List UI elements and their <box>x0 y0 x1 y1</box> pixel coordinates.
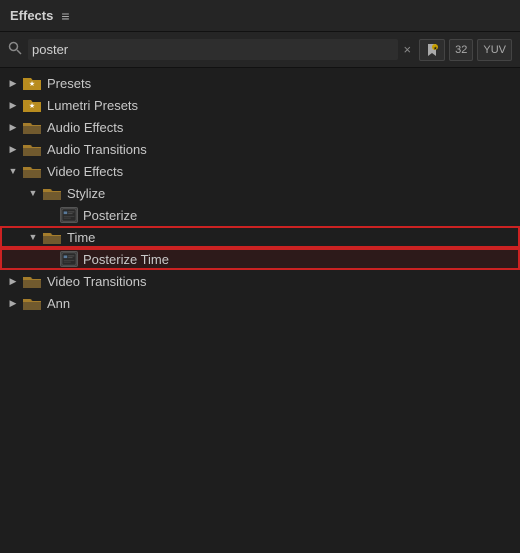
item-label-stylize: Stylize <box>67 186 105 201</box>
item-label-presets: Presets <box>47 76 91 91</box>
svg-text:★: ★ <box>29 80 35 88</box>
folder-icon-ann <box>22 295 42 311</box>
item-label-time: Time <box>67 230 95 245</box>
panel-header: Effects ≡ <box>0 0 520 32</box>
folder-icon-presets: ★ <box>22 75 42 91</box>
tree-item-time[interactable]: ▼ Time <box>0 226 520 248</box>
effect-icon-posterize-time <box>60 251 78 267</box>
item-label-video-transitions: Video Transitions <box>47 274 147 289</box>
item-label-audio-transitions: Audio Transitions <box>47 142 147 157</box>
tree-item-posterize-time[interactable]: Posterize Time <box>0 248 520 270</box>
folder-icon-audio-effects <box>22 119 42 135</box>
chevron-lumetri[interactable]: ▶ <box>6 100 20 111</box>
effects-tree: ▶ ★ Presets▶ ★ Lumetri Presets▶ Audio Ef… <box>0 68 520 553</box>
folder-icon-lumetri: ★ <box>22 97 42 113</box>
chevron-audio-effects[interactable]: ▶ <box>6 122 20 133</box>
chevron-ann[interactable]: ▶ <box>6 298 20 309</box>
svg-text:★: ★ <box>29 102 35 110</box>
panel-title: Effects <box>10 8 53 23</box>
tree-item-video-effects[interactable]: ▼ Video Effects <box>0 160 520 182</box>
chevron-audio-transitions[interactable]: ▶ <box>6 144 20 155</box>
folder-icon-video-transitions <box>22 273 42 289</box>
effect-icon-posterize <box>60 207 78 223</box>
svg-text:★: ★ <box>434 45 438 50</box>
bookmark-button[interactable]: ★ <box>419 39 445 61</box>
item-label-video-effects: Video Effects <box>47 164 123 179</box>
item-label-lumetri: Lumetri Presets <box>47 98 138 113</box>
folder-icon-audio-transitions <box>22 141 42 157</box>
tree-item-ann[interactable]: ▶ Ann <box>0 292 520 314</box>
number-button[interactable]: 32 <box>449 39 473 61</box>
folder-icon-stylize <box>42 185 62 201</box>
search-icon <box>8 41 22 58</box>
search-clear-button[interactable]: × <box>404 42 412 57</box>
tree-item-audio-transitions[interactable]: ▶ Audio Transitions <box>0 138 520 160</box>
chevron-presets[interactable]: ▶ <box>6 78 20 89</box>
chevron-video-transitions[interactable]: ▶ <box>6 276 20 287</box>
search-bar: × ★ 32 YUV <box>0 32 520 68</box>
tree-item-stylize[interactable]: ▼ Stylize <box>0 182 520 204</box>
item-label-posterize-time: Posterize Time <box>83 252 169 267</box>
yuv-button[interactable]: YUV <box>477 39 512 61</box>
menu-icon[interactable]: ≡ <box>61 8 69 24</box>
tree-item-lumetri[interactable]: ▶ ★ Lumetri Presets <box>0 94 520 116</box>
folder-icon-video-effects <box>22 163 42 179</box>
tree-item-posterize[interactable]: Posterize <box>0 204 520 226</box>
item-label-posterize: Posterize <box>83 208 137 223</box>
chevron-video-effects[interactable]: ▼ <box>6 166 20 176</box>
folder-icon-time <box>42 229 62 245</box>
chevron-time[interactable]: ▼ <box>26 232 40 242</box>
search-input[interactable] <box>28 39 398 60</box>
tree-item-presets[interactable]: ▶ ★ Presets <box>0 72 520 94</box>
toolbar-icons: ★ 32 YUV <box>419 39 512 61</box>
chevron-stylize[interactable]: ▼ <box>26 188 40 198</box>
item-label-ann: Ann <box>47 296 70 311</box>
item-label-audio-effects: Audio Effects <box>47 120 123 135</box>
tree-item-video-transitions[interactable]: ▶ Video Transitions <box>0 270 520 292</box>
tree-item-audio-effects[interactable]: ▶ Audio Effects <box>0 116 520 138</box>
